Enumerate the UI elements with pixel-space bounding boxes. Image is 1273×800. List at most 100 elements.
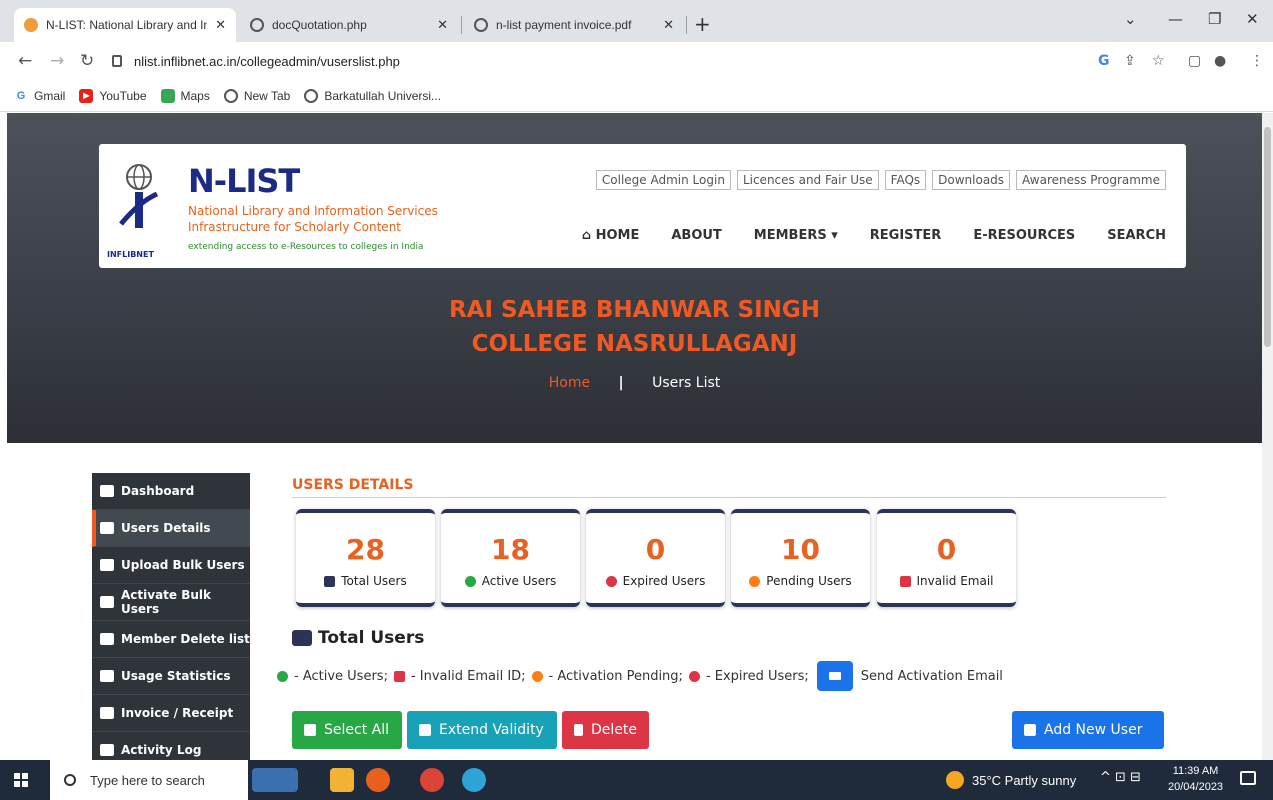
sidebar-item-invoice-receipt[interactable]: Invoice / Receipt <box>92 695 250 732</box>
legend-text: - Expired Users; <box>705 668 809 684</box>
sidebar-item-usage-statistics[interactable]: Usage Statistics <box>92 658 250 695</box>
square-icon <box>304 724 316 736</box>
lock-icon <box>112 55 122 67</box>
page-scrollbar[interactable] <box>1262 113 1273 760</box>
stat-card-invalid-email[interactable]: 0 Invalid Email <box>877 509 1016 607</box>
nav-about[interactable]: ABOUT <box>671 228 721 243</box>
licences-link[interactable]: Licences and Fair Use <box>736 170 879 190</box>
admin-sidebar: Dashboard Users Details Upload Bulk User… <box>92 473 250 760</box>
close-icon[interactable]: ✕ <box>215 17 226 33</box>
chrome-icon[interactable] <box>420 768 444 792</box>
add-new-user-button[interactable]: Add New User <box>1012 711 1164 749</box>
nav-members[interactable]: MEMBERS ▾ <box>754 228 838 243</box>
heading-text: Total Users <box>318 628 425 648</box>
youtube-icon: ▶ <box>79 88 94 103</box>
minimize-icon[interactable]: — <box>1168 10 1183 28</box>
downloads-link[interactable]: Downloads <box>932 170 1011 190</box>
sidebar-item-activity-log[interactable]: Activity Log <box>92 732 250 760</box>
forward-arrow-icon[interactable]: → <box>50 51 64 71</box>
star-icon[interactable]: ☆ <box>1152 53 1165 69</box>
scrollbar-thumb[interactable] <box>1264 127 1271 347</box>
weather-widget[interactable]: 35°C Partly sunny <box>946 771 1076 789</box>
notification-icon[interactable] <box>1240 771 1256 785</box>
delete-button[interactable]: Delete <box>562 711 649 749</box>
tab-search-icon[interactable]: ⌄ <box>1124 10 1137 28</box>
weather-icon <box>946 771 964 789</box>
trash-icon <box>574 724 583 736</box>
bookmark-new-tab[interactable]: New Tab <box>223 88 291 103</box>
awareness-link[interactable]: Awareness Programme <box>1016 170 1166 190</box>
profile-icon[interactable]: ● <box>1214 53 1226 69</box>
stat-card-expired-users[interactable]: 0 Expired Users <box>586 509 725 607</box>
file-explorer-icon[interactable] <box>330 768 354 792</box>
stat-label-text: Expired Users <box>622 574 706 588</box>
system-tray-icons[interactable]: ^ ⊡ ⊟ <box>1100 770 1141 785</box>
users-icon <box>324 575 336 587</box>
google-icon[interactable]: G <box>1098 53 1110 69</box>
nav-register[interactable]: REGISTER <box>870 228 942 243</box>
stat-value: 18 <box>491 533 530 566</box>
bookmark-youtube[interactable]: ▶ YouTube <box>79 88 147 103</box>
sidebar-item-users-details[interactable]: Users Details <box>92 510 250 547</box>
globe-icon <box>223 88 238 103</box>
widgets-icon[interactable] <box>252 768 298 792</box>
brand-tagline: extending access to e-Resources to colle… <box>188 242 424 252</box>
restore-icon[interactable]: ❐ <box>1208 10 1221 28</box>
bookmark-label: New Tab <box>243 88 291 103</box>
edge-icon[interactable] <box>462 768 486 792</box>
send-activation-email-button[interactable] <box>816 661 853 691</box>
new-tab-icon[interactable]: + <box>694 12 711 36</box>
nav-label: HOME <box>595 228 640 243</box>
printer-icon <box>100 707 114 719</box>
stat-card-total-users[interactable]: 28 Total Users <box>296 509 435 607</box>
sidebar-item-upload-bulk-users[interactable]: Upload Bulk Users <box>92 547 250 584</box>
taskbar-clock[interactable]: 11:39 AM 20/04/2023 <box>1168 763 1223 795</box>
brand-title[interactable]: N-LIST <box>188 162 300 200</box>
tab-nlist[interactable]: N-LIST: National Library and Info ✕ <box>14 8 236 42</box>
check-circle-icon <box>464 575 476 587</box>
tab-invoice-pdf[interactable]: n-list payment invoice.pdf ✕ <box>464 8 684 42</box>
tab-docquotation[interactable]: docQuotation.php ✕ <box>240 8 458 42</box>
sidebar-item-activate-bulk-users[interactable]: Activate Bulk Users <box>92 584 250 621</box>
share-icon[interactable]: ⇪ <box>1124 53 1136 69</box>
stat-card-active-users[interactable]: 18 Active Users <box>441 509 580 607</box>
firefox-icon[interactable] <box>366 768 390 792</box>
back-arrow-icon[interactable]: ← <box>18 51 32 71</box>
nav-home[interactable]: ⌂ HOME <box>582 228 640 243</box>
breadcrumb-home[interactable]: Home <box>549 375 590 391</box>
close-icon[interactable]: ✕ <box>663 17 674 33</box>
check-circle-icon <box>277 670 288 682</box>
button-label: Delete <box>591 722 637 738</box>
stat-card-pending-users[interactable]: 10 Pending Users <box>731 509 870 607</box>
nav-search[interactable]: SEARCH <box>1107 228 1166 243</box>
pending-icon <box>749 575 761 587</box>
taskbar-search[interactable]: Type here to search <box>50 760 248 800</box>
stat-label: Expired Users <box>586 574 725 588</box>
reload-icon[interactable]: ↻ <box>80 51 94 71</box>
bookmark-maps[interactable]: Maps <box>160 88 210 103</box>
times-circle-icon <box>688 670 700 682</box>
times-circle-icon <box>605 575 617 587</box>
extend-validity-button[interactable]: Extend Validity <box>407 711 557 749</box>
pending-icon <box>531 670 543 682</box>
menu-dots-icon[interactable]: ⋮ <box>1250 53 1264 69</box>
url-text: nlist.inflibnet.ac.in/collegeadmin/vuser… <box>134 53 400 69</box>
close-icon[interactable]: ✕ <box>437 17 448 33</box>
faqs-link[interactable]: FAQs <box>884 170 927 190</box>
hero-banner: INFLIBNET N-LIST National Library and In… <box>7 113 1262 443</box>
bookmark-gmail[interactable]: G Gmail <box>14 89 66 103</box>
nav-e-resources[interactable]: E-RESOURCES <box>973 228 1075 243</box>
windows-start-icon[interactable] <box>14 773 28 787</box>
close-window-icon[interactable]: ✕ <box>1246 10 1259 28</box>
sidebar-item-dashboard[interactable]: Dashboard <box>92 473 250 510</box>
section-title: USERS DETAILS <box>292 477 414 493</box>
select-all-button[interactable]: Select All <box>292 711 402 749</box>
sidebar-item-label: Usage Statistics <box>121 669 231 683</box>
url-field[interactable]: nlist.inflibnet.ac.in/collegeadmin/vuser… <box>112 48 1082 74</box>
stat-label: Invalid Email <box>877 574 1016 588</box>
side-panel-icon[interactable]: ▢ <box>1188 53 1201 69</box>
legend-text: - Active Users; <box>294 668 388 684</box>
sidebar-item-member-delete-list[interactable]: Member Delete list <box>92 621 250 658</box>
bookmark-barkatullah[interactable]: Barkatullah Universi... <box>304 88 441 103</box>
college-admin-login-link[interactable]: College Admin Login <box>595 170 731 190</box>
